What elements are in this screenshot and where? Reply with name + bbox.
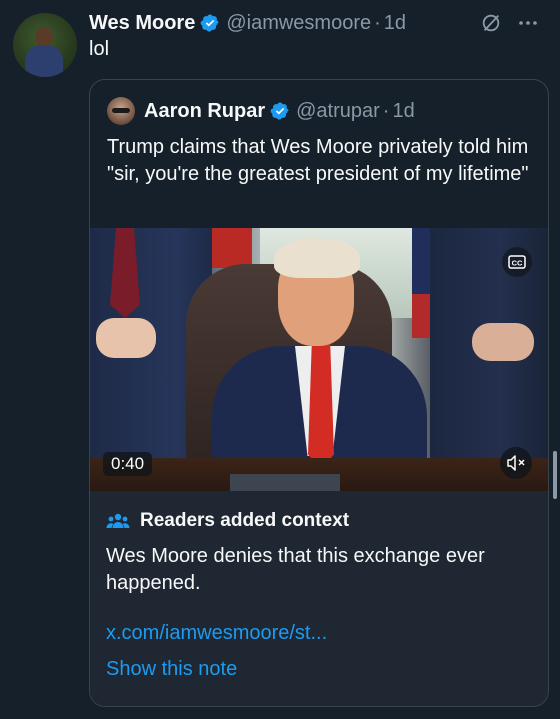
video-speaker-tie (308, 340, 334, 470)
verified-badge-icon (200, 13, 220, 33)
people-icon (106, 511, 130, 531)
cc-label: CC (512, 259, 523, 268)
cc-icon[interactable]: CC (502, 247, 532, 277)
header-actions (480, 10, 540, 36)
author-handle[interactable]: @iamwesmoore (226, 12, 371, 35)
dot-separator: · (374, 11, 381, 34)
grok-icon[interactable] (480, 12, 502, 34)
video-desk-item (230, 474, 340, 491)
community-note-title: Readers added context (140, 510, 350, 531)
author-name[interactable]: Wes Moore (89, 12, 195, 35)
community-note: Readers added context Wes Moore denies t… (90, 491, 548, 706)
video-curtain (206, 228, 252, 268)
community-note-text: Wes Moore denies that this exchange ever… (106, 545, 485, 594)
mute-icon[interactable] (500, 447, 532, 479)
quoted-avatar[interactable] (107, 97, 135, 125)
video-hands-left (96, 318, 156, 358)
video-speaker-hair (274, 238, 360, 278)
verified-badge-icon (270, 101, 290, 121)
quoted-tweet-text: Trump claims that Wes Moore privately to… (107, 136, 529, 185)
avatar[interactable] (13, 13, 77, 77)
quoted-tweet-time: 1d (392, 99, 415, 122)
community-note-header: Readers added context (106, 510, 349, 532)
tweet-header: Wes Moore @iamwesmoore · 1d (89, 10, 540, 36)
tweet-text: lol (89, 38, 110, 60)
video-hands-right (472, 323, 534, 361)
avatar-head (35, 27, 53, 47)
show-note-link[interactable]: Show this note (106, 658, 237, 681)
scrollbar[interactable] (553, 451, 557, 499)
avatar-body (25, 45, 63, 77)
video-duration: 0:40 (103, 452, 153, 476)
more-icon[interactable] (516, 11, 540, 35)
quoted-tweet[interactable]: Aaron Rupar @atrupar · 1d Trump claims t… (89, 79, 549, 707)
quoted-author-name[interactable]: Aaron Rupar (144, 100, 265, 123)
dot-separator: · (382, 99, 390, 122)
tweet[interactable]: Wes Moore @iamwesmoore · 1d lol Aaron Ru… (0, 0, 560, 719)
quoted-author-handle[interactable]: @atrupar (296, 100, 380, 123)
community-note-link[interactable]: x.com/iamwesmoore/st... (106, 622, 327, 645)
tweet-time[interactable]: 1d (384, 12, 406, 35)
video-player[interactable]: CC 0:40 (90, 228, 548, 491)
quoted-tweet-header: Aaron Rupar @atrupar · 1d (107, 96, 415, 126)
